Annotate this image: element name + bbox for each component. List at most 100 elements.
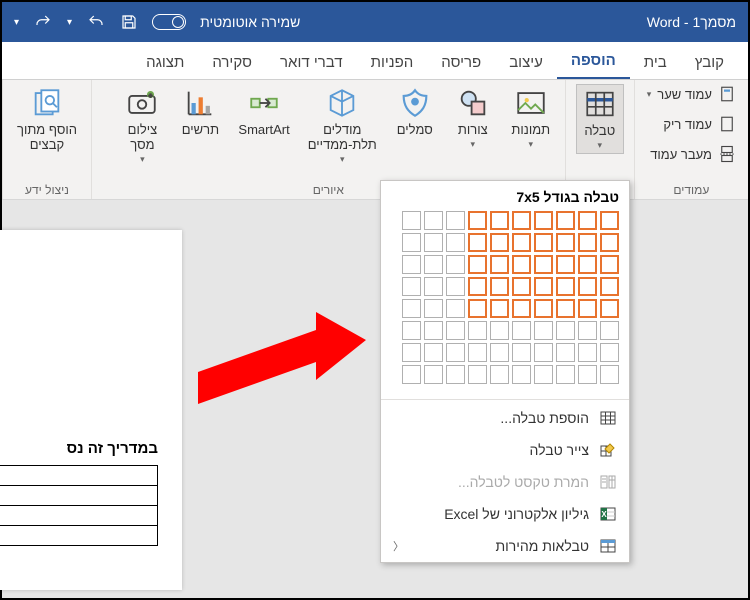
grid-cell[interactable] [578,299,597,318]
grid-cell[interactable] [578,211,597,230]
screenshot-button[interactable]: + צילום מסך▾ [118,84,166,167]
grid-cell[interactable] [490,343,509,362]
models3d-button[interactable]: מודלים תלת-ממדיים▾ [304,84,381,167]
tab-design[interactable]: עיצוב [495,46,557,79]
grid-cell[interactable] [424,233,443,252]
grid-cell[interactable] [578,233,597,252]
grid-cell[interactable] [424,277,443,296]
grid-cell[interactable] [556,365,575,384]
tab-review[interactable]: סקירה [198,46,266,79]
grid-cell[interactable] [600,321,619,340]
tab-mailings[interactable]: דברי דואר [266,46,357,79]
grid-cell[interactable] [468,343,487,362]
grid-cell[interactable] [600,233,619,252]
shapes-button[interactable]: צורות▾ [449,84,497,152]
autosave-toggle[interactable] [152,14,186,30]
grid-cell[interactable] [402,343,421,362]
undo-icon[interactable] [86,13,106,31]
grid-cell[interactable] [600,343,619,362]
grid-cell[interactable] [578,365,597,384]
grid-cell[interactable] [468,299,487,318]
add-from-files-button[interactable]: הוסף מתוך קבצים [13,84,81,154]
grid-cell[interactable] [402,255,421,274]
grid-cell[interactable] [534,299,553,318]
grid-cell[interactable] [402,365,421,384]
document-page[interactable]: במדריך זה נס [0,230,182,590]
grid-cell[interactable] [512,211,531,230]
grid-cell[interactable] [424,321,443,340]
grid-cell[interactable] [446,321,465,340]
grid-cell[interactable] [578,277,597,296]
grid-cell[interactable] [490,211,509,230]
qat-more[interactable]: ▾ [14,17,19,28]
grid-cell[interactable] [534,365,553,384]
smartart-button[interactable]: SmartArt [234,84,293,139]
grid-cell[interactable] [446,299,465,318]
grid-cell[interactable] [490,365,509,384]
grid-cell[interactable] [490,299,509,318]
grid-cell[interactable] [556,277,575,296]
grid-cell[interactable] [556,255,575,274]
grid-cell[interactable] [512,365,531,384]
grid-cell[interactable] [600,211,619,230]
grid-cell[interactable] [556,233,575,252]
grid-cell[interactable] [512,277,531,296]
grid-cell[interactable] [468,255,487,274]
grid-cell[interactable] [534,343,553,362]
grid-cell[interactable] [534,277,553,296]
tab-insert[interactable]: הוספה [557,44,630,79]
grid-cell[interactable] [512,233,531,252]
quick-tables-item[interactable]: טבלאות מהירות 〈 [381,530,629,562]
grid-cell[interactable] [600,299,619,318]
grid-cell[interactable] [468,211,487,230]
tab-file[interactable]: קובץ [681,46,738,79]
document-table[interactable] [0,465,158,546]
grid-cell[interactable] [402,299,421,318]
excel-spreadsheet-item[interactable]: X גיליון אלקטרוני של Excel [381,498,629,530]
grid-cell[interactable] [556,343,575,362]
grid-cell[interactable] [490,255,509,274]
grid-cell[interactable] [402,277,421,296]
grid-cell[interactable] [534,321,553,340]
grid-cell[interactable] [600,255,619,274]
grid-cell[interactable] [534,255,553,274]
grid-cell[interactable] [490,233,509,252]
grid-cell[interactable] [402,211,421,230]
grid-cell[interactable] [468,277,487,296]
grid-cell[interactable] [402,233,421,252]
grid-cell[interactable] [424,255,443,274]
grid-cell[interactable] [600,277,619,296]
grid-cell[interactable] [446,255,465,274]
blank-page-button[interactable]: עמוד ריק [661,114,738,134]
grid-cell[interactable] [402,321,421,340]
tab-view[interactable]: תצוגה [132,46,198,79]
grid-cell[interactable] [600,365,619,384]
grid-cell[interactable] [512,321,531,340]
grid-cell[interactable] [424,211,443,230]
grid-cell[interactable] [424,365,443,384]
page-break-button[interactable]: מעבר עמוד [648,144,738,164]
chart-button[interactable]: תרשים [176,84,224,139]
grid-cell[interactable] [468,233,487,252]
draw-table-item[interactable]: צייר טבלה [381,434,629,466]
pictures-button[interactable]: תמונות▾ [507,84,555,152]
grid-cell[interactable] [446,343,465,362]
grid-cell[interactable] [578,343,597,362]
redo-icon[interactable] [33,13,53,31]
grid-cell[interactable] [512,255,531,274]
table-size-grid[interactable] [381,211,629,397]
tab-references[interactable]: הפניות [357,46,428,79]
grid-cell[interactable] [556,211,575,230]
grid-cell[interactable] [490,277,509,296]
grid-cell[interactable] [556,321,575,340]
undo-caret[interactable]: ▾ [67,17,72,28]
grid-cell[interactable] [512,343,531,362]
cover-page-button[interactable]: עמוד שער▾ [645,84,738,104]
grid-cell[interactable] [446,233,465,252]
grid-cell[interactable] [578,321,597,340]
grid-cell[interactable] [424,299,443,318]
tab-home[interactable]: בית [630,46,681,79]
save-icon[interactable] [120,13,138,31]
grid-cell[interactable] [512,299,531,318]
grid-cell[interactable] [534,211,553,230]
